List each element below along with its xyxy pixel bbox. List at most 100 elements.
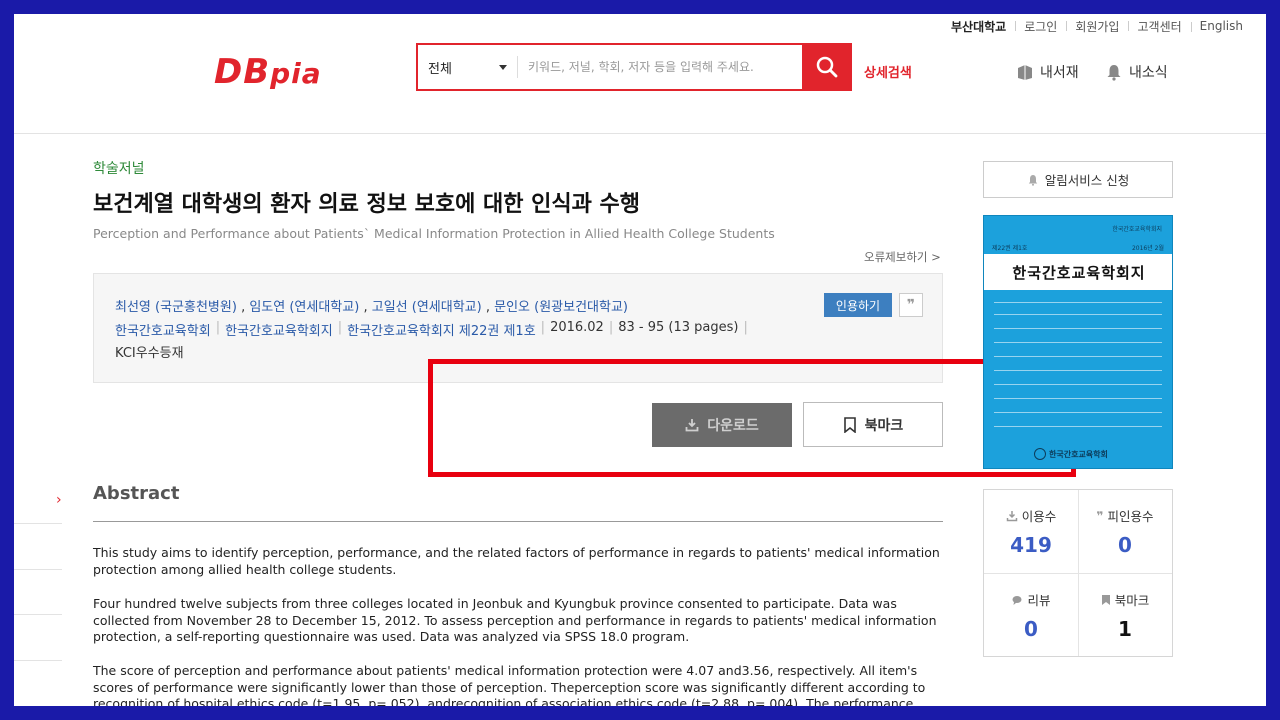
article-meta-box: 최선영 (국군홍천병원) , 임도연 (연세대학교) , 고일선 (연세대학교)… — [93, 273, 943, 383]
stat-usage-value: 419 — [1010, 533, 1052, 557]
cover-toc-line — [994, 384, 1162, 385]
author-link[interactable]: 임도연 (연세대학교) — [249, 300, 359, 315]
publication-info: 한국간호교육학회 | 한국간호교육학회지 | 한국간호교육학회지 제22권 제1호 |… — [115, 320, 748, 339]
logo-part-db: DB — [214, 52, 271, 92]
abstract-paragraph: This study aims to identify perception, … — [93, 545, 940, 577]
cover-issue: 제22권 제1호 — [992, 245, 1028, 252]
publisher-link[interactable]: 한국간호교육학회 — [115, 320, 211, 339]
cover-publisher-name: 한국간호교육학회 — [1049, 449, 1108, 459]
author-link[interactable]: 고일선 (연세대학교) — [372, 300, 482, 315]
nav-divider — [14, 569, 62, 570]
left-side-nav: › — [14, 474, 64, 706]
stat-bookmark-value: 1 — [1118, 617, 1132, 641]
abstract-paragraph: Four hundred twelve subjects from three … — [93, 596, 937, 644]
cover-journal-title: 한국간호교육학회지 — [984, 254, 1172, 290]
stat-cited-label: 피인용수 — [1107, 509, 1154, 524]
search-scope-select[interactable]: 전체 — [418, 56, 518, 78]
cover-toc-line — [994, 314, 1162, 315]
page: 부산대학교 로그인 회원가입 고객센터 English DBpia 전체 상세검… — [14, 14, 1266, 706]
cover-toc-line — [994, 370, 1162, 371]
quote-icon[interactable]: ❞ — [899, 293, 923, 317]
publish-date: 2016.02 — [550, 320, 604, 335]
bookmark-icon — [843, 416, 856, 433]
chevron-right-icon[interactable]: › — [56, 492, 62, 508]
alert-service-label: 알림서비스 신청 — [1044, 173, 1130, 188]
download-icon — [685, 419, 699, 432]
stat-usage-label: 이용수 — [1021, 509, 1057, 524]
cite-button[interactable]: 인용하기 — [824, 293, 892, 317]
chevron-down-icon — [499, 64, 507, 70]
search-icon — [816, 56, 838, 78]
author-list: 최선영 (국군홍천병원) , 임도연 (연세대학교) , 고일선 (연세대학교)… — [115, 296, 628, 315]
bookmark-label: 북마크 — [864, 417, 904, 434]
volume-link[interactable]: 한국간호교육학회지 제22권 제1호 — [347, 320, 536, 339]
cover-toc-line — [994, 302, 1162, 303]
stat-bookmark-label: 북마크 — [1114, 593, 1150, 608]
seal-icon — [1034, 448, 1046, 460]
bell-icon — [1028, 174, 1037, 186]
nav-divider — [14, 660, 62, 661]
support-link[interactable]: 고객센터 — [1128, 18, 1190, 35]
stat-cited: ❞ 피인용수 0 — [1078, 506, 1172, 558]
stat-usage: 이용수 419 — [984, 506, 1078, 557]
nav-divider — [14, 523, 62, 524]
logo-part-pia: pia — [270, 57, 322, 90]
cover-toc-line — [994, 426, 1162, 427]
cover-toc-line — [994, 398, 1162, 399]
usage-stats-panel: 이용수 419 ❞ 피인용수 0 리뷰 0 북마크 1 — [983, 489, 1173, 657]
journal-cover-image[interactable]: 한국간호교육학회지 제22권 제1호 2016년 2월 한국간호교육학회지 한국… — [983, 215, 1173, 469]
stat-bookmark: 북마크 1 — [1078, 590, 1172, 641]
stat-review: 리뷰 0 — [984, 590, 1078, 641]
signup-link[interactable]: 회원가입 — [1066, 18, 1128, 35]
university-name: 부산대학교 — [950, 19, 1007, 34]
notifications-link[interactable]: 내소식 — [1105, 62, 1168, 82]
login-link[interactable]: 로그인 — [1015, 18, 1066, 35]
stat-cited-value: 0 — [1118, 533, 1132, 557]
stat-review-label: 리뷰 — [1027, 593, 1051, 608]
kci-badge: KCI우수등재 — [115, 346, 184, 361]
bookmark-button[interactable]: 북마크 — [803, 402, 943, 447]
search-scope-value: 전체 — [428, 61, 452, 77]
journal-link[interactable]: 한국간호교육학회지 — [225, 320, 333, 339]
cover-publisher: 한국간호교육학회 — [1034, 448, 1108, 460]
nav-divider — [14, 614, 62, 615]
abstract-divider — [93, 521, 943, 522]
bell-icon — [1107, 65, 1121, 81]
author-link[interactable]: 문인오 (원광보건대학교) — [494, 300, 628, 315]
abstract-paragraph: The score of perception and performance … — [93, 663, 926, 706]
top-utility-bar: 부산대학교 로그인 회원가입 고객센터 English — [942, 14, 1252, 38]
notifications-label: 내소식 — [1129, 65, 1168, 81]
search-button[interactable] — [802, 43, 852, 91]
author-separator: , — [485, 300, 490, 315]
author-separator: , — [363, 300, 368, 315]
library-icon — [1018, 65, 1032, 80]
my-library-link[interactable]: 내서재 — [1016, 62, 1079, 82]
cover-issue-line: 제22권 제1호 2016년 2월 — [992, 243, 1164, 252]
site-header: 부산대학교 로그인 회원가입 고객센터 English DBpia 전체 상세검… — [14, 14, 1266, 134]
my-library-label: 내서재 — [1040, 65, 1079, 81]
cover-toc-line — [994, 412, 1162, 413]
download-icon — [1006, 510, 1017, 521]
stats-divider — [984, 573, 1172, 574]
download-label: 다운로드 — [707, 418, 759, 434]
search-bar: 전체 — [416, 43, 852, 91]
comment-icon — [1012, 595, 1022, 605]
english-link[interactable]: English — [1190, 19, 1252, 33]
bookmark-icon — [1101, 594, 1110, 605]
article-title: 보건계열 대학생의 환자 의료 정보 보호에 대한 인식과 수행 — [93, 192, 641, 217]
author-link[interactable]: 최선영 (국군홍천병원) — [115, 300, 237, 315]
dbpia-logo[interactable]: DB pia — [214, 52, 322, 92]
cover-corner-text: 한국간호교육학회지 — [1112, 226, 1162, 233]
advanced-search-link[interactable]: 상세검색 — [864, 62, 912, 81]
search-input[interactable] — [518, 52, 850, 82]
alert-service-button[interactable]: 알림서비스 신청 — [983, 161, 1173, 198]
article-english-title: Perception and Performance about Patient… — [93, 226, 775, 241]
report-error-link[interactable]: 오류제보하기 > — [864, 249, 941, 265]
abstract-heading: Abstract — [93, 483, 180, 504]
cover-date: 2016년 2월 — [1131, 245, 1164, 252]
cover-toc-line — [994, 328, 1162, 329]
stat-review-value: 0 — [1024, 617, 1038, 641]
cover-toc-line — [994, 356, 1162, 357]
download-button[interactable]: 다운로드 — [652, 403, 792, 447]
page-range: 83 - 95 (13 pages) — [618, 320, 739, 335]
